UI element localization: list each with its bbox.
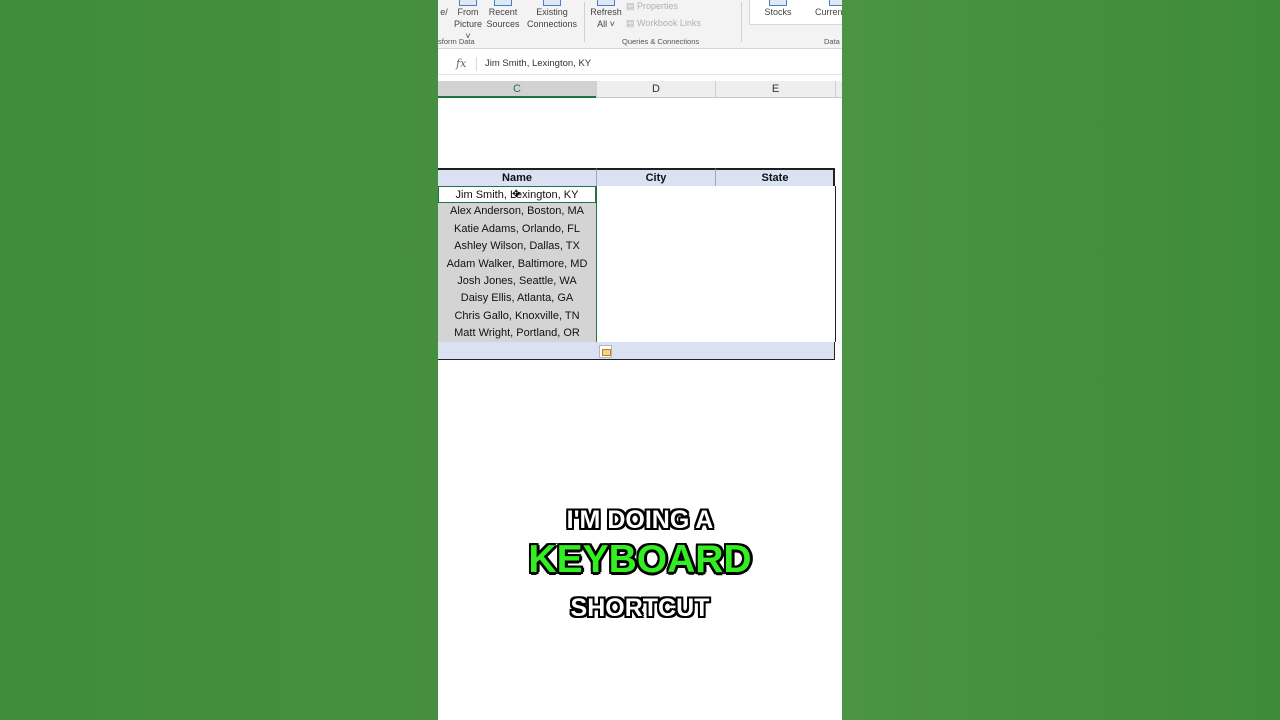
table-row[interactable]: Adam Walker, Baltimore, MD	[438, 255, 596, 273]
currencies-label: Curren	[815, 7, 842, 17]
green-background-right	[842, 0, 1280, 720]
from-picture-label-1: From	[457, 7, 479, 17]
refresh-all-button[interactable]: Refresh All ˅	[589, 0, 623, 30]
currencies-icon	[829, 0, 842, 6]
existing-connections-label-2: Connections	[526, 19, 578, 29]
properties-button[interactable]: ▤ Properties	[626, 0, 678, 12]
table-row[interactable]: Alex Anderson, Boston, MA	[438, 203, 596, 221]
currencies-button[interactable]: Curren	[815, 0, 842, 18]
existing-connections-button[interactable]: Existing Connections	[524, 0, 580, 30]
caption-line-1: I'M DOING A	[566, 506, 714, 534]
caption-line-2: KEYBOARD	[528, 538, 752, 581]
group-label-data: Data	[824, 37, 840, 46]
from-picture-icon	[459, 0, 477, 6]
stocks-icon	[769, 0, 787, 6]
green-background-left	[0, 0, 438, 720]
cursor-icon: ✥	[512, 189, 521, 200]
table-header-city[interactable]: City	[596, 168, 715, 188]
properties-label: Properties	[637, 1, 679, 11]
caption-line-3: SHORTCUT	[570, 594, 710, 622]
existing-connections-label-1: Existing	[536, 7, 568, 17]
column-header-c[interactable]: C	[438, 81, 596, 98]
get-data-button-partial[interactable]: e/	[438, 6, 450, 18]
ribbon-separator	[584, 2, 585, 42]
existing-connections-icon	[543, 0, 561, 6]
stocks-label: Stocks	[764, 7, 792, 17]
refresh-icon	[597, 0, 615, 6]
ribbon-separator	[741, 2, 742, 42]
group-label-transform: sform Data	[438, 37, 475, 46]
recent-sources-label-2: Sources	[486, 19, 520, 29]
stocks-button[interactable]: Stocks	[760, 0, 796, 18]
get-data-label: e/	[440, 7, 448, 17]
ribbon-data-tab: e/ From Picture ˅ Recent Sources Existin…	[438, 0, 842, 49]
recent-sources-button[interactable]: Recent Sources	[486, 0, 520, 30]
column-header-e[interactable]: E	[715, 81, 835, 98]
column-header-d[interactable]: D	[596, 81, 715, 98]
table-empty-columns[interactable]	[596, 186, 836, 342]
from-picture-button[interactable]: From Picture ˅	[452, 0, 484, 42]
group-label-queries: Queries & Connections	[622, 37, 700, 46]
chevron-down-icon: ˅	[607, 19, 615, 29]
excel-window: e/ From Picture ˅ Recent Sources Existin…	[438, 0, 842, 720]
table-row[interactable]: Daisy Ellis, Atlanta, GA	[438, 290, 596, 308]
table-row[interactable]: Chris Gallo, Knoxville, TN	[438, 307, 596, 326]
workbook-links-button[interactable]: ▤ Workbook Links	[626, 17, 701, 29]
table-header-name[interactable]: Name	[438, 168, 596, 188]
table-total-row[interactable]	[438, 342, 835, 360]
formula-input[interactable]: Jim Smith, Lexington, KY	[485, 58, 591, 69]
refresh-all-label-1: Refresh	[590, 7, 622, 17]
workbook-links-icon: ▤	[626, 18, 638, 28]
from-picture-label-2: Picture	[453, 19, 482, 29]
selection-border	[596, 186, 597, 342]
fx-icon[interactable]: fx	[456, 57, 466, 70]
table-row[interactable]: Ashley Wilson, Dallas, TX	[438, 238, 596, 256]
table-row[interactable]: Josh Jones, Seattle, WA	[438, 273, 596, 291]
table-row[interactable]: Matt Wright, Portland, OR	[438, 325, 596, 343]
recent-sources-label-1: Recent	[488, 7, 518, 17]
recent-sources-icon	[494, 0, 512, 6]
table-border	[833, 168, 835, 187]
workbook-links-label: Workbook Links	[637, 18, 701, 28]
formula-separator	[476, 57, 477, 71]
refresh-all-label-2: All	[597, 19, 608, 29]
properties-icon: ▤	[626, 1, 638, 11]
column-header-f-partial[interactable]	[835, 81, 842, 98]
table-header-state[interactable]: State	[715, 168, 834, 188]
formula-bar: fx Jim Smith, Lexington, KY	[438, 54, 842, 75]
table-row[interactable]: Katie Adams, Orlando, FL	[438, 220, 596, 239]
quick-analysis-icon[interactable]	[599, 345, 612, 358]
